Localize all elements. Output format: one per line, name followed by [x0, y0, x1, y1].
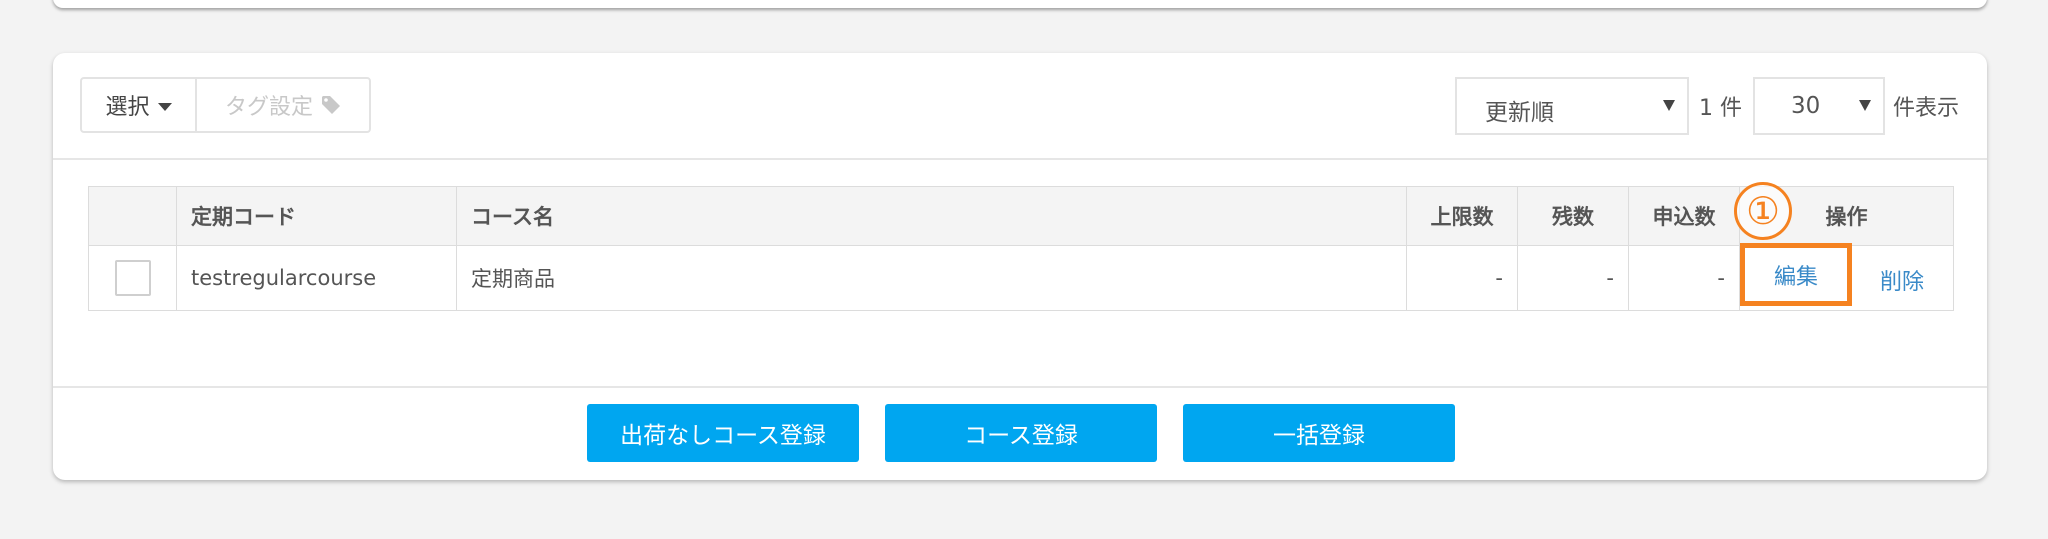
- header-code: 定期コード: [176, 186, 457, 246]
- dropdown-arrow-icon: [1663, 100, 1675, 111]
- register-no-shipping-course-button[interactable]: 出荷なしコース登録: [587, 404, 859, 462]
- sort-order-select[interactable]: 更新順: [1455, 77, 1689, 135]
- cell-remaining: -: [1517, 245, 1629, 311]
- cell-actions: 編集 削除: [1739, 243, 1954, 311]
- dropdown-arrow-icon: [1859, 100, 1871, 111]
- header-course-name: コース名: [456, 186, 1407, 246]
- tag-settings-button[interactable]: タグ設定: [197, 79, 369, 131]
- header-applied: 申込数: [1628, 186, 1740, 246]
- row-checkbox[interactable]: [114, 260, 151, 296]
- header-remaining: 残数: [1517, 186, 1629, 246]
- cell-course-name: 定期商品: [456, 245, 1407, 311]
- table-row: testregularcourse 定期商品 - - - 編集 削除: [88, 243, 1954, 311]
- per-page-label: 件表示: [1893, 96, 1960, 121]
- register-course-button[interactable]: コース登録: [885, 404, 1157, 462]
- select-label: 選択: [105, 95, 150, 120]
- tag-settings-label: タグ設定: [224, 95, 313, 120]
- header-limit: 上限数: [1406, 186, 1518, 246]
- per-page-select[interactable]: 30: [1753, 77, 1885, 135]
- header-checkbox: [88, 186, 177, 246]
- cell-limit: -: [1406, 245, 1518, 311]
- cell-applied: -: [1628, 245, 1740, 311]
- bulk-action-group: 選択 タグ設定: [80, 77, 371, 133]
- divider: [53, 386, 1987, 388]
- cell-code: testregularcourse: [176, 245, 457, 311]
- edit-highlight: 編集: [1740, 243, 1852, 306]
- course-list-panel: 選択 タグ設定 更新順 1 件 30 件表示 定期コード コース名 上限数 残数…: [53, 53, 1987, 480]
- select-dropdown-button[interactable]: 選択: [82, 79, 197, 131]
- sort-order-value: 更新順: [1485, 100, 1554, 126]
- previous-panel: [53, 0, 1987, 8]
- edit-link[interactable]: 編集: [1774, 259, 1818, 291]
- tag-icon: [321, 95, 341, 115]
- table-header-row: 定期コード コース名 上限数 残数 申込数 操作: [88, 186, 1954, 246]
- step-number-annotation: ①: [1734, 182, 1792, 240]
- course-table: 定期コード コース名 上限数 残数 申込数 操作 testregularcour…: [88, 186, 1954, 311]
- bulk-register-button[interactable]: 一括登録: [1183, 404, 1455, 462]
- per-page-value: 30: [1791, 93, 1821, 119]
- caret-down-icon: [157, 103, 172, 111]
- delete-link[interactable]: 削除: [1880, 264, 1924, 296]
- result-count: 1 件: [1699, 96, 1742, 121]
- row-checkbox-cell: [88, 245, 177, 311]
- divider: [53, 158, 1987, 160]
